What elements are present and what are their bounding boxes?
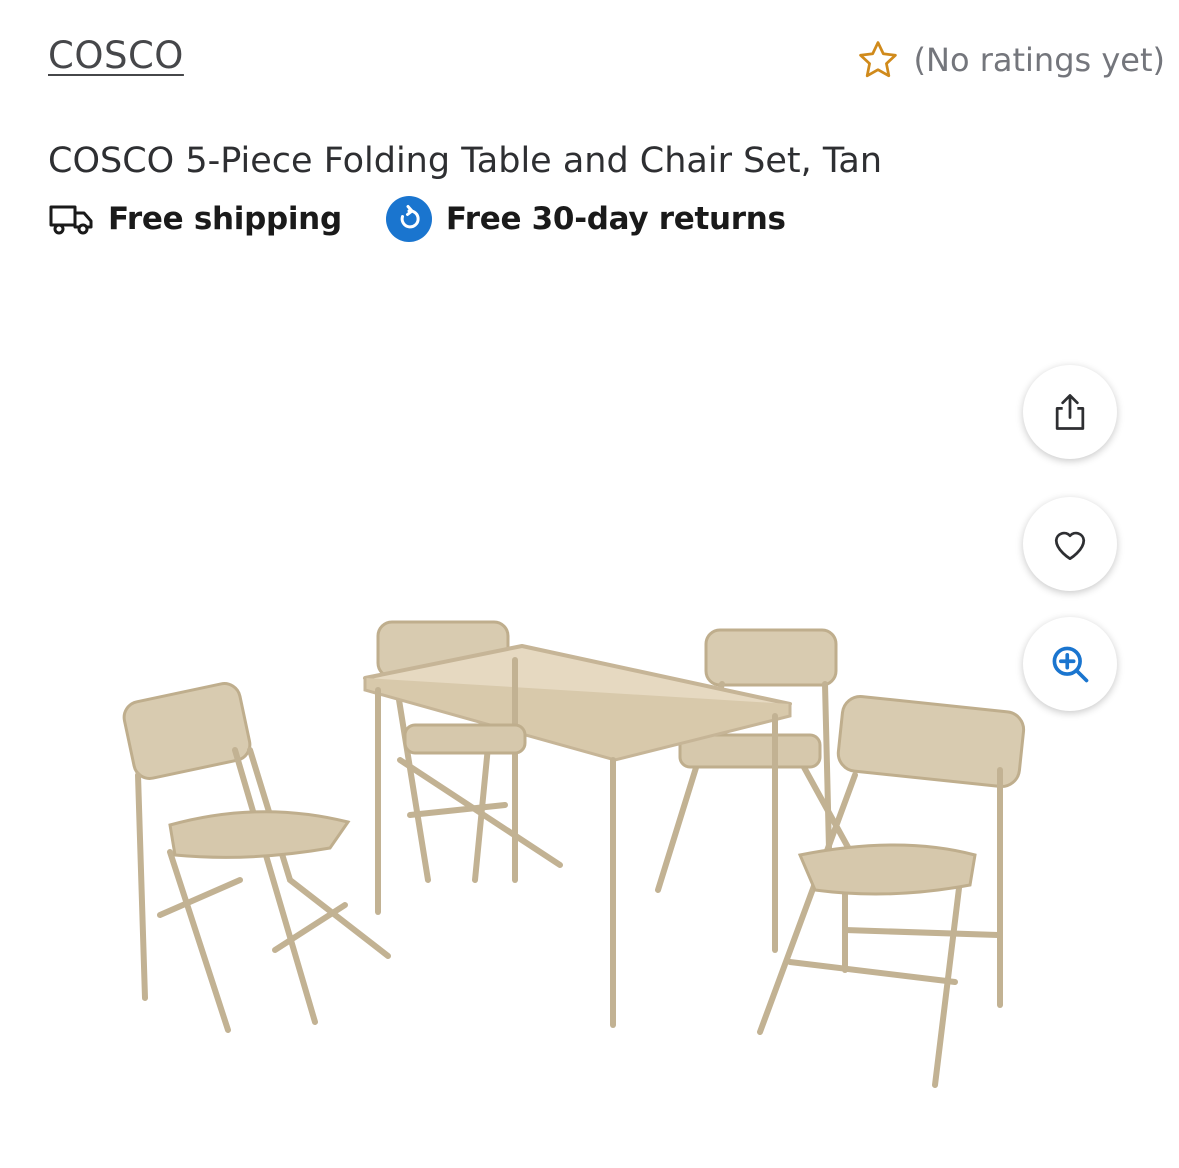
returns-icon	[385, 196, 432, 242]
rating-summary[interactable]: (No ratings yet)	[856, 38, 1165, 82]
fulfillment-badges: Free shipping Free 30-day returns	[48, 196, 786, 242]
free-returns-label: Free 30-day returns	[445, 201, 786, 237]
star-outline-icon	[858, 41, 897, 78]
zoom-button[interactable]	[1023, 617, 1117, 711]
truck-icon	[49, 205, 93, 235]
chair-front-left	[122, 682, 391, 1033]
share-button[interactable]	[1023, 365, 1117, 459]
zoom-in-icon	[1052, 646, 1089, 683]
share-icon	[1055, 394, 1085, 430]
rating-text: (No ratings yet)	[913, 41, 1165, 79]
product-image[interactable]	[110, 600, 1040, 1100]
free-shipping-label: Free shipping	[108, 201, 342, 237]
free-shipping-badge: Free shipping	[48, 201, 342, 237]
table	[363, 644, 792, 1028]
product-title: COSCO 5-Piece Folding Table and Chair Se…	[48, 141, 883, 182]
brand-link[interactable]: COSCO	[48, 34, 184, 77]
free-returns-badge: Free 30-day returns	[385, 196, 786, 242]
favorite-button[interactable]	[1023, 497, 1117, 591]
heart-icon	[1054, 531, 1086, 561]
